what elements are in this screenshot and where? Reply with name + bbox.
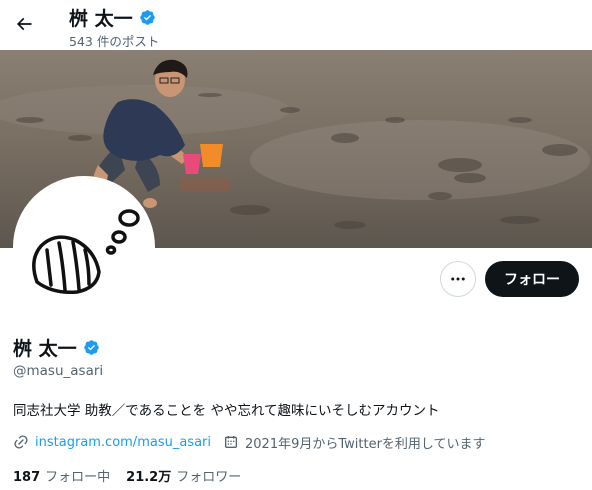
followers-count: 21.2万 — [126, 470, 172, 485]
profile-meta: instagram.com/masu_asari 2021年9月からTwitte… — [13, 432, 486, 452]
profile-bio: 同志社大学 助教／であることを やや忘れて趣味にいそしむアカウント — [13, 403, 440, 419]
link-icon — [14, 435, 28, 449]
profile-handle: @masu_asari — [13, 363, 104, 379]
back-button[interactable] — [10, 10, 38, 38]
following-stat[interactable]: 187 フォロー中 — [13, 466, 110, 485]
ellipsis-icon — [451, 277, 465, 281]
profile-name-row: 桝 太一 — [13, 334, 100, 361]
post-count: 543 件のポスト — [69, 34, 160, 49]
top-bar: 桝 太一 543 件のポスト — [0, 0, 592, 50]
profile-link[interactable]: instagram.com/masu_asari — [35, 435, 211, 450]
following-count: 187 — [13, 470, 41, 485]
header-name: 桝 太一 — [69, 8, 133, 30]
header-name-row: 桝 太一 — [69, 4, 156, 31]
joined-date: 2021年9月からTwitterを利用しています — [245, 436, 486, 452]
more-options-button[interactable] — [440, 261, 476, 297]
followers-label: フォロワー — [176, 470, 242, 485]
follow-button[interactable]: フォロー — [485, 261, 579, 297]
profile-name: 桝 太一 — [13, 338, 77, 360]
followers-stat[interactable]: 21.2万 フォロワー — [126, 466, 241, 485]
profile-stats: 187 フォロー中 21.2万 フォロワー — [13, 466, 241, 485]
avatar[interactable] — [13, 176, 155, 318]
verified-badge-icon[interactable] — [83, 339, 100, 356]
arrow-left-icon — [16, 17, 32, 31]
verified-badge-icon — [139, 10, 155, 25]
calendar-icon — [225, 436, 237, 448]
clam-drawing-icon — [17, 180, 151, 314]
following-label: フォロー中 — [45, 470, 111, 485]
